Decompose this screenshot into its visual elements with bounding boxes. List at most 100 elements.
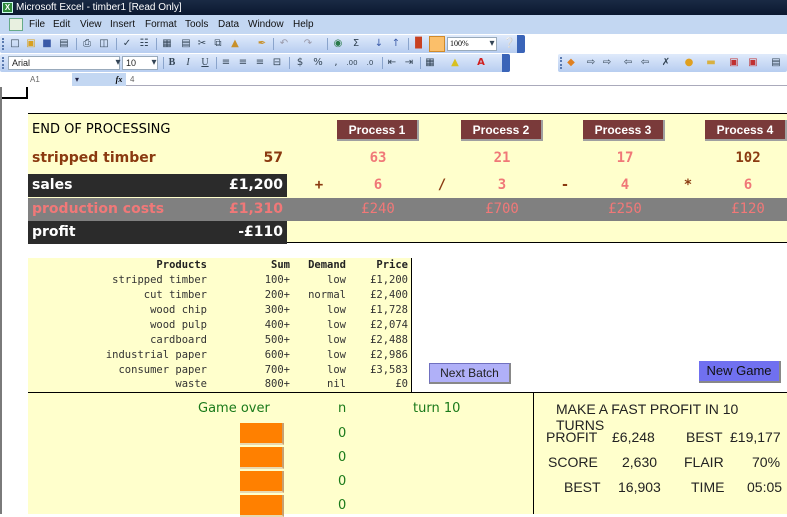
menu-data[interactable]: Data [218, 19, 239, 30]
font-color-icon[interactable]: A [475, 57, 487, 69]
size-dropdown-icon[interactable]: ▾ [148, 57, 160, 69]
menu-window[interactable]: Window [248, 19, 284, 30]
toolbar-options-chevron[interactable] [502, 54, 510, 72]
currency-button[interactable]: $ [294, 57, 306, 69]
menu-file[interactable]: File [29, 19, 45, 30]
separator [408, 38, 409, 50]
hyperlink-icon[interactable]: ◉ [332, 38, 344, 50]
print-icon[interactable]: ⎙ [81, 38, 93, 50]
copy-icon[interactable]: ▤ [180, 38, 192, 50]
table-row: cut timber 200+ normal £2,400 [28, 288, 412, 303]
toolbar-grip[interactable] [2, 38, 4, 50]
trace-precedents-icon[interactable]: ⇨ [585, 57, 597, 69]
print-preview-icon[interactable]: ◫ [98, 38, 110, 50]
align-left-icon[interactable]: ≡ [220, 57, 232, 69]
function-icon[interactable]: fx [112, 73, 126, 86]
profit-row: profit -£110 [28, 221, 287, 244]
sort-ascending-icon[interactable]: ↓ [373, 38, 385, 50]
redo-icon[interactable]: ↷ [302, 38, 314, 50]
research-icon[interactable]: ☷ [138, 38, 150, 50]
process-4-cost: £120 [731, 201, 765, 217]
error-check-icon[interactable]: ◆ [565, 57, 577, 69]
next-batch-button[interactable]: Next Batch [429, 363, 511, 384]
scissors-icon[interactable]: ✂ [196, 38, 208, 50]
table-row: stripped timber 100+ low £1,200 [28, 273, 412, 288]
increase-decimal-icon[interactable]: .00 [346, 57, 358, 69]
menu-insert[interactable]: Insert [110, 19, 135, 30]
copy-doc-icon[interactable]: ⧉ [212, 38, 224, 50]
chart-wizard-icon[interactable]: ▉ [413, 38, 425, 50]
process-4-button[interactable]: Process 4 [705, 120, 787, 141]
help-icon[interactable]: ❔ [503, 38, 515, 50]
align-right-icon[interactable]: ≡ [254, 57, 266, 69]
menu-edit[interactable]: Edit [53, 19, 70, 30]
batch-count-3: 0 [338, 474, 347, 489]
new-comment-icon[interactable]: ▬ [705, 57, 717, 69]
cut-icon[interactable]: ▦ [161, 38, 173, 50]
new-icon[interactable]: □ [9, 38, 21, 50]
production-costs-row: production costs £1,310 [28, 198, 287, 221]
underline-button[interactable]: U [199, 57, 211, 69]
worksheet[interactable]: END OF PROCESSING Process 1 Process 2 Pr… [0, 87, 787, 517]
profit-score-value: £6,248 [612, 429, 655, 445]
format-painter-icon[interactable]: ✒ [256, 38, 268, 50]
batch-box-3[interactable] [240, 471, 284, 493]
product-price: £0 [395, 378, 408, 390]
header-demand: Demand [308, 259, 346, 271]
batch-box-1[interactable] [240, 423, 284, 445]
watch-window-icon[interactable]: ▤ [770, 57, 782, 69]
process-1-button[interactable]: Process 1 [337, 120, 419, 141]
formula-input[interactable]: 4 [130, 73, 134, 86]
remove-dependents-icon[interactable]: ⇦ [639, 57, 651, 69]
product-price: £1,728 [370, 304, 408, 316]
clear-circles-icon[interactable]: ▣ [747, 57, 759, 69]
italic-button[interactable]: I [182, 57, 194, 69]
decrease-indent-icon[interactable]: ⇤ [386, 57, 398, 69]
stripped-timber-label: stripped timber [32, 150, 156, 166]
open-icon[interactable]: ▣ [25, 38, 37, 50]
autosum-icon[interactable]: Σ [350, 38, 362, 50]
comma-style-icon[interactable]: , [330, 57, 342, 69]
menu-tools[interactable]: Tools [185, 19, 208, 30]
selected-cell-a1[interactable] [2, 87, 28, 99]
fill-color-icon[interactable]: ▲ [449, 57, 461, 69]
decrease-decimal-icon[interactable]: .0 [364, 57, 376, 69]
menu-view[interactable]: View [80, 19, 102, 30]
document-icon[interactable] [9, 18, 23, 31]
menu-bar: File Edit View Insert Format Tools Data … [0, 15, 787, 34]
drawing-icon[interactable] [429, 36, 445, 52]
borders-icon[interactable]: ▦ [424, 57, 436, 69]
paste-icon[interactable]: ▲ [229, 38, 241, 50]
merge-center-icon[interactable]: ⊟ [271, 57, 283, 69]
trace-dependents-icon[interactable]: ⇦ [622, 57, 634, 69]
save-icon[interactable]: ■ [41, 38, 53, 50]
remove-arrows-icon[interactable]: ✗ [660, 57, 672, 69]
batch-box-2[interactable] [240, 447, 284, 469]
font-name-select[interactable]: Arial [8, 56, 120, 70]
zoom-dropdown-icon[interactable]: ▾ [486, 38, 498, 50]
spelling-icon[interactable]: ✓ [121, 38, 133, 50]
remove-precedents-icon[interactable]: ⇨ [601, 57, 613, 69]
sort-descending-icon[interactable]: ↑ [390, 38, 402, 50]
menu-help[interactable]: Help [293, 19, 314, 30]
circle-invalid-icon[interactable]: ▣ [728, 57, 740, 69]
operator-divide: / [437, 177, 447, 193]
name-box-dropdown-icon[interactable]: ▾ [72, 73, 112, 86]
name-box[interactable]: A1 [0, 73, 72, 86]
toolbar-grip[interactable] [2, 57, 4, 69]
process-2-button[interactable]: Process 2 [461, 120, 543, 141]
process-3-button[interactable]: Process 3 [583, 120, 665, 141]
align-center-icon[interactable]: ≡ [237, 57, 249, 69]
toolbar-grip[interactable] [560, 57, 562, 69]
trace-error-icon[interactable]: ● [683, 57, 695, 69]
bold-button[interactable]: B [166, 57, 178, 69]
increase-indent-icon[interactable]: ⇥ [403, 57, 415, 69]
game-panel: Game over n turn 10 0 0 0 0 [28, 392, 533, 517]
product-name: cardboard [150, 334, 207, 346]
percent-button[interactable]: % [312, 57, 324, 69]
toolbar-options-chevron[interactable] [517, 35, 525, 53]
menu-format[interactable]: Format [145, 19, 177, 30]
permission-icon[interactable]: ▤ [58, 38, 70, 50]
new-game-button[interactable]: New Game [699, 361, 781, 383]
undo-icon[interactable]: ↶ [278, 38, 290, 50]
